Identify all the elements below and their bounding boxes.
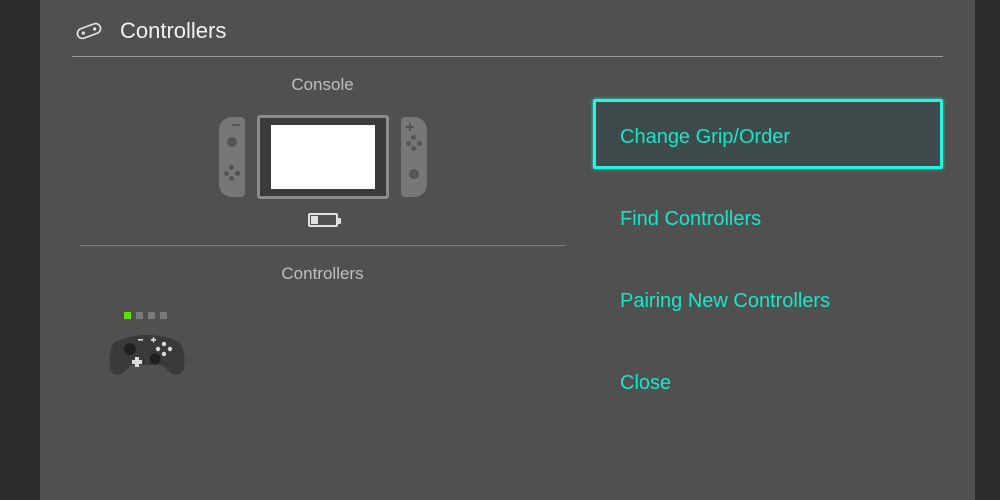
- menu-change-grip-order[interactable]: Change Grip/Order: [593, 99, 943, 169]
- player-indicator: [124, 312, 573, 319]
- divider: [80, 245, 565, 246]
- controllers-panel: Controllers Console: [40, 0, 975, 500]
- controller-icon: [72, 19, 106, 43]
- battery-icon: [308, 213, 338, 227]
- menu-pairing-new-controllers[interactable]: Pairing New Controllers: [593, 263, 943, 333]
- pro-controller-icon: [108, 327, 573, 384]
- menu-find-controllers[interactable]: Find Controllers: [593, 181, 943, 251]
- page-title: Controllers: [120, 18, 226, 44]
- header: Controllers: [72, 18, 943, 57]
- joycon-right-icon: [401, 117, 427, 197]
- status-column: Console Control: [72, 57, 593, 483]
- menu-column: Change Grip/Order Find Controllers Pairi…: [593, 57, 943, 483]
- content: Console Control: [72, 57, 943, 483]
- controllers-section-label: Controllers: [72, 264, 573, 284]
- menu-close[interactable]: Close: [593, 345, 943, 415]
- console-diagram: [72, 115, 573, 199]
- joycon-left-icon: [219, 117, 245, 197]
- console-tablet-icon: [257, 115, 389, 199]
- console-section-label: Console: [72, 75, 573, 95]
- console-battery: [72, 213, 573, 227]
